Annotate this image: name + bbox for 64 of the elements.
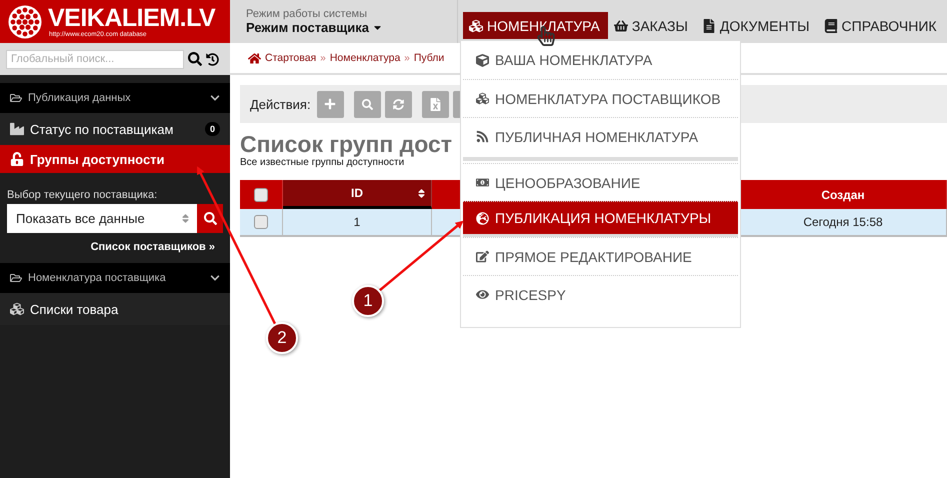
history-icon[interactable]	[206, 52, 219, 66]
plus-icon	[324, 98, 336, 110]
step-number: 1	[352, 285, 384, 317]
basket-icon	[614, 18, 628, 32]
nav-tab[interactable]: НОМЕНКЛАТУРА	[463, 12, 608, 39]
row-checkbox[interactable]	[254, 215, 268, 229]
globe-icon	[476, 212, 489, 224]
banknote-icon	[476, 176, 489, 189]
nav-tab[interactable]: СПРАВОЧНИК	[818, 12, 945, 39]
supplier-list-link[interactable]: Список поставщиков »	[90, 241, 223, 253]
column-header[interactable]: Создан	[740, 180, 947, 209]
supplier-select[interactable]: Показать все данные	[7, 204, 197, 233]
toolbar-label: Действия:	[250, 96, 311, 112]
table-cell: 1	[283, 209, 432, 237]
refresh-icon	[392, 98, 404, 110]
search-field[interactable]: Глобальный поиск...	[6, 50, 184, 68]
count-badge: 0	[204, 122, 220, 136]
edit-icon	[476, 250, 489, 263]
mode-label: Режим работы системы	[246, 8, 368, 20]
table-cell: Сегодня 15:58	[740, 209, 947, 237]
column-header[interactable]: ID	[283, 180, 432, 209]
section-title: Публикация данных	[28, 92, 131, 104]
cube-icon	[476, 54, 489, 66]
step-number: 2	[266, 322, 298, 354]
unlock-icon	[10, 152, 24, 166]
search-icon	[362, 98, 373, 110]
folder-icon	[10, 92, 22, 104]
section-header[interactable]: Номенклатура поставщика	[0, 263, 230, 293]
cubes-icon	[476, 92, 489, 105]
excel-file-icon	[428, 98, 442, 110]
search-button[interactable]	[197, 204, 223, 233]
sidebar-item[interactable]: Списки товара	[0, 293, 230, 325]
sort-arrows-icon	[180, 213, 191, 224]
breadcrumb-separator: »	[404, 52, 410, 64]
eye-icon	[476, 288, 489, 301]
logo-title: VEIKALIEM.LV	[48, 5, 216, 31]
section-title: Номенклатура поставщика	[28, 272, 166, 284]
logo-icon	[8, 4, 42, 38]
menu-item[interactable]: ПУБЛИКАЦИЯ НОМЕНКЛАТУРЫ	[463, 201, 738, 237]
nav-tab[interactable]: ЗАКАЗЫ	[608, 12, 696, 39]
home-icon[interactable]	[248, 52, 261, 64]
nav-tab[interactable]: ДОКУМЕНТЫ	[696, 12, 818, 39]
picker-label: Выбор текущего поставщика:	[7, 189, 158, 201]
cubes-icon	[10, 302, 24, 316]
document-icon	[702, 18, 716, 32]
sort-icon[interactable]	[416, 188, 427, 198]
breadcrumb-link[interactable]: Стартовая	[265, 52, 316, 64]
search-icon	[204, 212, 216, 225]
factory-icon	[10, 122, 24, 136]
select-all-checkbox[interactable]	[254, 188, 268, 202]
section-header[interactable]: Публикация данных	[0, 83, 230, 113]
breadcrumb-link[interactable]: Номенклатура	[330, 52, 400, 64]
breadcrumb-separator: »	[320, 52, 326, 64]
book-icon	[824, 18, 838, 32]
breadcrumb-link[interactable]: Публи	[414, 52, 444, 64]
page-title: Список групп дост	[240, 131, 452, 157]
folder-icon	[10, 272, 22, 284]
search-icon[interactable]	[188, 52, 202, 66]
rss-icon	[476, 130, 489, 143]
cubes-icon	[469, 18, 483, 32]
page-subtitle: Все известные группы доступности	[240, 157, 404, 168]
sidebar-item[interactable]: Статус по поставщикам 0	[0, 113, 230, 145]
sidebar-item[interactable]: Группы доступности	[0, 145, 230, 173]
mode-selector[interactable]: Режим поставщика	[246, 20, 457, 35]
